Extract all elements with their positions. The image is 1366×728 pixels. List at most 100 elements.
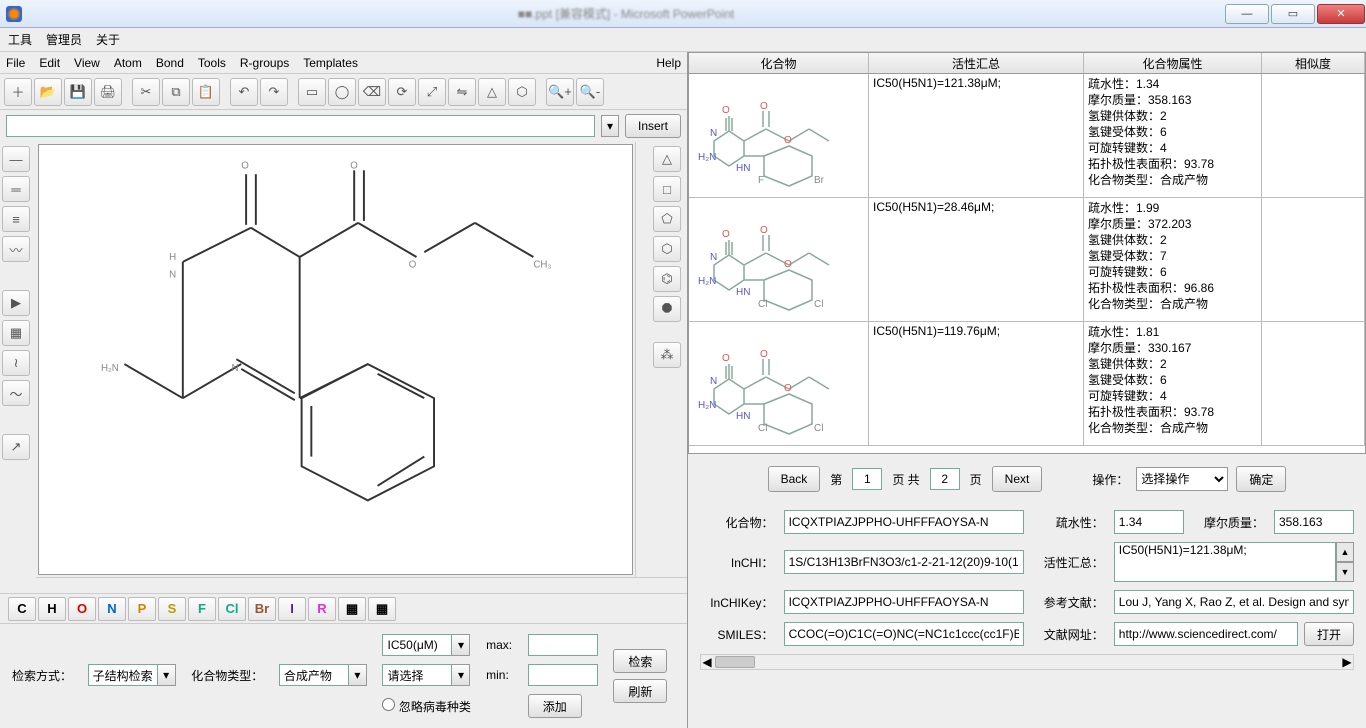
save-icon[interactable]: 💾 — [64, 78, 92, 106]
th-props[interactable]: 化合物属性 — [1084, 53, 1262, 73]
canvas-hscroll[interactable] — [36, 577, 687, 593]
octagon-icon[interactable]: ⯃ — [653, 296, 681, 322]
select-rect-icon[interactable]: ▭ — [298, 78, 326, 106]
atom-I-button[interactable]: I — [278, 597, 306, 621]
ic50-select[interactable] — [382, 634, 452, 656]
atom-O-button[interactable]: O — [68, 597, 96, 621]
single-bond-icon[interactable]: — — [2, 146, 30, 172]
min-input[interactable] — [528, 664, 598, 686]
mw-field[interactable] — [1274, 510, 1354, 534]
open-url-button[interactable]: 打开 — [1304, 622, 1354, 646]
periodic-compact-icon[interactable]: ▦ — [368, 597, 396, 621]
menu-view[interactable]: View — [74, 56, 100, 70]
result-row[interactable]: OOO H₂NNHN ClCl IC50(H5N1)=119.76μM; 疏水性… — [689, 322, 1365, 446]
menu-file[interactable]: File — [6, 56, 25, 70]
triple-bond-icon[interactable]: ≡ — [2, 206, 30, 232]
ic50-dropdown[interactable]: ▾ — [452, 634, 470, 656]
ref-field[interactable] — [1114, 590, 1354, 614]
paste-icon[interactable]: 📋 — [192, 78, 220, 106]
zoom-out-icon[interactable]: 🔍- — [576, 78, 604, 106]
minimize-button[interactable]: — — [1225, 4, 1269, 24]
method-select[interactable] — [88, 664, 158, 686]
atom-Br-button[interactable]: Br — [248, 597, 276, 621]
next-button[interactable]: Next — [992, 466, 1043, 492]
ctype-dropdown[interactable]: ▾ — [349, 664, 367, 686]
atom-P-button[interactable]: P — [128, 597, 156, 621]
smiles-dropdown[interactable]: ▾ — [601, 115, 619, 137]
select-lasso-icon[interactable]: ◯ — [328, 78, 356, 106]
print-icon[interactable]: 🖨 — [94, 78, 122, 106]
benzene-icon[interactable]: ⌬ — [653, 266, 681, 292]
ctype-select[interactable] — [279, 664, 349, 686]
double-bond-icon[interactable]: ═ — [2, 176, 30, 202]
menu-help[interactable]: Help — [656, 56, 681, 70]
new-icon[interactable]: ＋ — [4, 78, 32, 106]
filter-dropdown[interactable]: ▾ — [452, 664, 470, 686]
periodic-full-icon[interactable]: ▦ — [338, 597, 366, 621]
result-row[interactable]: OOO H₂NNHN ClCl IC50(H5N1)=28.46μM; 疏水性：… — [689, 198, 1365, 322]
atom-N-button[interactable]: N — [98, 597, 126, 621]
inchi-field[interactable] — [784, 550, 1024, 574]
result-row[interactable]: OOO H₂NNHN FBr IC50(H5N1)=121.38μM; 疏水性：… — [689, 74, 1365, 198]
slash-icon[interactable]: ↗ — [2, 434, 30, 460]
cut-icon[interactable]: ✂ — [132, 78, 160, 106]
zoom-in-icon[interactable]: 🔍+ — [546, 78, 574, 106]
copy-icon[interactable]: ⧉ — [162, 78, 190, 106]
erase-icon[interactable]: ⌫ — [358, 78, 386, 106]
close-button[interactable]: ✕ — [1317, 4, 1365, 24]
menu-rgroups[interactable]: R-groups — [240, 56, 289, 70]
insert-button[interactable]: Insert — [625, 114, 681, 138]
add-button[interactable]: 添加 — [528, 694, 582, 718]
atom-Cl-button[interactable]: Cl — [218, 597, 246, 621]
method-dropdown[interactable]: ▾ — [158, 664, 176, 686]
th-activity[interactable]: 活性汇总 — [869, 53, 1084, 73]
menu-atom[interactable]: Atom — [114, 56, 142, 70]
squiggle-icon[interactable]: ≀ — [2, 350, 30, 376]
reflect-h-icon[interactable]: ⇋ — [448, 78, 476, 106]
reflect-v-icon[interactable]: △ — [478, 78, 506, 106]
undo-icon[interactable]: ↶ — [230, 78, 258, 106]
atom-S-button[interactable]: S — [158, 597, 186, 621]
refresh-button[interactable]: 刷新 — [613, 679, 667, 703]
rotate-icon[interactable]: ⟳ — [388, 78, 416, 106]
th-similarity[interactable]: 相似度 — [1262, 53, 1365, 73]
results-body[interactable]: OOO H₂NNHN FBr IC50(H5N1)=121.38μM; 疏水性：… — [688, 74, 1366, 454]
menu-templates[interactable]: Templates — [303, 56, 358, 70]
menu-tools[interactable]: Tools — [198, 56, 226, 70]
wavy-bond-icon[interactable]: 〰 — [2, 236, 30, 262]
filter-select[interactable] — [382, 664, 452, 686]
page-input[interactable] — [852, 468, 882, 490]
square-icon[interactable]: □ — [653, 176, 681, 202]
menu-edit[interactable]: Edit — [39, 56, 60, 70]
search-button[interactable]: 检索 — [613, 649, 667, 673]
logp-field[interactable] — [1114, 510, 1184, 534]
menu-tools[interactable]: 工具 — [8, 31, 32, 48]
back-button[interactable]: Back — [768, 466, 821, 492]
hexagon-icon[interactable]: ⬡ — [653, 236, 681, 262]
rev-arrow-icon[interactable]: ▦ — [2, 320, 30, 346]
confirm-button[interactable]: 确定 — [1236, 466, 1286, 492]
atom-H-button[interactable]: H — [38, 597, 66, 621]
op-select[interactable]: 选择操作 — [1136, 467, 1228, 491]
redo-icon[interactable]: ↷ — [260, 78, 288, 106]
activity-field[interactable]: IC50(H5N1)=121.38μM; — [1114, 542, 1336, 582]
url-field[interactable] — [1114, 622, 1298, 646]
atom-C-button[interactable]: C — [8, 597, 36, 621]
ignore-virus-radio[interactable] — [382, 698, 395, 711]
activity-scroll-down[interactable]: ▼ — [1336, 562, 1354, 582]
canvas-vscroll[interactable] — [635, 142, 651, 577]
smiles-field[interactable] — [784, 622, 1024, 646]
smiles-input[interactable] — [6, 115, 595, 137]
zoom-fit-icon[interactable]: ⤢ — [418, 78, 446, 106]
atom-F-button[interactable]: F — [188, 597, 216, 621]
menu-bond[interactable]: Bond — [156, 56, 184, 70]
inchikey-field[interactable] — [784, 590, 1024, 614]
menu-admin[interactable]: 管理员 — [46, 31, 82, 48]
th-compound[interactable]: 化合物 — [689, 53, 869, 73]
structure-canvas[interactable]: H₂N H N N O O O CH₃ — [38, 144, 633, 575]
rgroup-icon[interactable]: ⁂ — [653, 342, 681, 368]
open-icon[interactable]: 📂 — [34, 78, 62, 106]
clean-icon[interactable]: ⬡ — [508, 78, 536, 106]
atom-R-button[interactable]: R — [308, 597, 336, 621]
menu-about[interactable]: 关于 — [96, 31, 120, 48]
